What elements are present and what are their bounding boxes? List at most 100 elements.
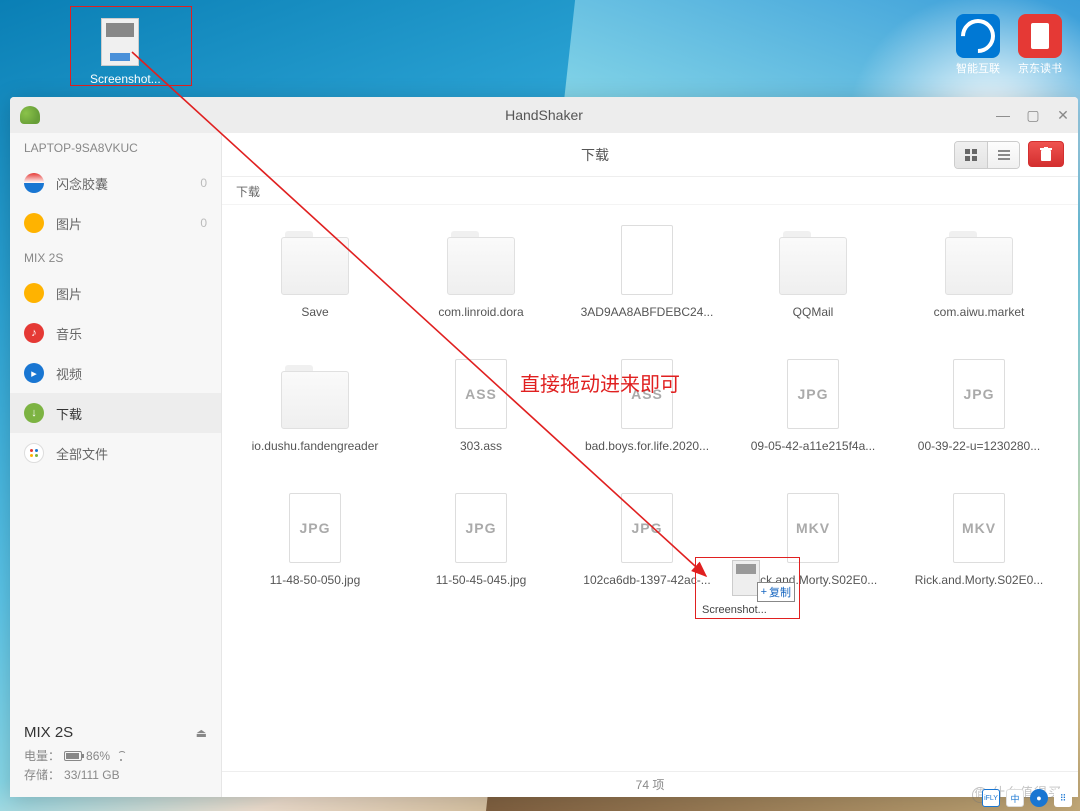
image-icon bbox=[24, 283, 44, 303]
file-item[interactable]: ASS 303.ass bbox=[408, 359, 554, 453]
file-label: Rick.and.Morty.S02E0... bbox=[915, 573, 1044, 587]
content-topbar: 下载 bbox=[222, 133, 1078, 177]
ime-toolbar: iFLY 中 ● ⠿ bbox=[982, 789, 1072, 807]
file-item[interactable]: QQMail bbox=[740, 225, 886, 319]
eject-icon[interactable]: ⏏ bbox=[196, 726, 207, 740]
file-item[interactable]: JPG 09-05-42-a11e215f4a... bbox=[740, 359, 886, 453]
sidebar-item-download[interactable]: ↓ 下载 bbox=[10, 393, 221, 433]
handshaker-window: HandShaker — ▢ ✕ LAPTOP-9SA8VKUC 闪念胶囊 0 … bbox=[10, 97, 1078, 797]
file-extension: ASS bbox=[605, 386, 689, 402]
file-icon: ASS bbox=[605, 359, 689, 429]
file-item[interactable]: ASS bad.boys.for.life.2020... bbox=[574, 359, 720, 453]
sidebar: LAPTOP-9SA8VKUC 闪念胶囊 0 图片 0 MIX 2S 图片 ♪ … bbox=[10, 133, 222, 797]
file-extension: MKV bbox=[771, 520, 855, 536]
file-extension: ASS bbox=[439, 386, 523, 402]
grid-icon bbox=[965, 149, 977, 161]
status-bar: 74 项 bbox=[222, 771, 1078, 797]
file-label: 11-48-50-050.jpg bbox=[270, 573, 361, 587]
music-icon: ♪ bbox=[24, 323, 44, 343]
file-extension: JPG bbox=[439, 520, 523, 536]
battery-icon bbox=[64, 751, 82, 761]
file-label: 09-05-42-a11e215f4a... bbox=[751, 439, 876, 453]
video-icon: ▸ bbox=[24, 363, 44, 383]
desktop-icon-label: Screenshot... bbox=[90, 72, 150, 86]
desktop-dock: 智能互联 京东读书 bbox=[956, 14, 1062, 58]
ime-ifly-icon[interactable]: iFLY bbox=[982, 789, 1000, 807]
file-icon: JPG bbox=[937, 359, 1021, 429]
file-label: Rick.and.Morty.S02E0... bbox=[749, 573, 878, 587]
view-grid-button[interactable] bbox=[955, 142, 987, 168]
ime-mic-icon[interactable]: ● bbox=[1030, 789, 1048, 807]
delete-button[interactable] bbox=[1028, 141, 1064, 167]
file-item[interactable]: JPG 11-50-45-045.jpg bbox=[408, 493, 554, 587]
file-extension: JPG bbox=[771, 386, 855, 402]
ime-lang-icon[interactable]: 中 bbox=[1006, 789, 1024, 807]
content-area: 下载 下载 Savecom.linroid.d bbox=[222, 133, 1078, 797]
breadcrumb[interactable]: 下载 bbox=[222, 177, 1078, 205]
sidebar-item-music[interactable]: ♪ 音乐 bbox=[10, 313, 221, 353]
file-icon: MKV bbox=[771, 493, 855, 563]
file-extension: JPG bbox=[937, 386, 1021, 402]
wifi-icon bbox=[114, 751, 128, 761]
file-label: 00-39-22-u=1230280... bbox=[918, 439, 1040, 453]
file-icon: ASS bbox=[439, 359, 523, 429]
titlebar[interactable]: HandShaker — ▢ ✕ bbox=[10, 97, 1078, 133]
thumbnail-icon bbox=[101, 18, 139, 66]
file-icon: MKV bbox=[937, 493, 1021, 563]
allfiles-icon bbox=[24, 443, 44, 463]
download-icon: ↓ bbox=[24, 403, 44, 423]
sidebar-header-mix2s: MIX 2S bbox=[10, 243, 221, 273]
file-icon: JPG bbox=[605, 493, 689, 563]
list-icon bbox=[998, 149, 1010, 161]
file-label: 102ca6db-1397-42ac-... bbox=[583, 573, 710, 587]
sidebar-item-capsule[interactable]: 闪念胶囊 0 bbox=[10, 163, 221, 203]
storage-line: 存储： 33/111 GB bbox=[24, 766, 207, 783]
content-title: 下载 bbox=[236, 145, 954, 165]
file-label: io.dushu.fandengreader bbox=[252, 439, 379, 453]
file-item[interactable]: Save bbox=[242, 225, 388, 319]
file-label: com.linroid.dora bbox=[438, 305, 523, 319]
file-label: com.aiwu.market bbox=[934, 305, 1025, 319]
device-name: MIX 2S ⏏ bbox=[24, 724, 207, 741]
file-item[interactable]: 3AD9AA8ABFDEBC24... bbox=[574, 225, 720, 319]
desktop-screenshot-icon[interactable]: Screenshot... bbox=[90, 18, 150, 86]
sidebar-header-laptop: LAPTOP-9SA8VKUC bbox=[10, 133, 221, 163]
file-grid[interactable]: Save com.linroid.dora 3AD9AA8ABFDEBC24... Q… bbox=[222, 205, 1078, 771]
sidebar-item-video[interactable]: ▸ 视频 bbox=[10, 353, 221, 393]
file-label: bad.boys.for.life.2020... bbox=[585, 439, 709, 453]
file-extension: JPG bbox=[273, 520, 357, 536]
file-extension: JPG bbox=[605, 520, 689, 536]
file-item[interactable]: com.aiwu.market bbox=[906, 225, 1052, 319]
file-extension: MKV bbox=[937, 520, 1021, 536]
sidebar-item-images[interactable]: 图片 0 bbox=[10, 203, 221, 243]
file-icon: JPG bbox=[439, 493, 523, 563]
image-icon bbox=[24, 213, 44, 233]
file-icon: JPG bbox=[771, 359, 855, 429]
file-label: 3AD9AA8ABFDEBC24... bbox=[581, 305, 714, 319]
file-item[interactable]: io.dushu.fandengreader bbox=[242, 359, 388, 453]
file-label: 11-50-45-045.jpg bbox=[436, 573, 527, 587]
folder-icon bbox=[937, 225, 1021, 295]
dock-icon-jdread[interactable]: 京东读书 bbox=[1018, 14, 1062, 58]
folder-icon bbox=[439, 225, 523, 295]
folder-icon bbox=[273, 225, 357, 295]
dock-icon-smartconnect[interactable]: 智能互联 bbox=[956, 14, 1000, 58]
sidebar-item-images2[interactable]: 图片 bbox=[10, 273, 221, 313]
file-item[interactable]: MKV Rick.and.Morty.S02E0... bbox=[740, 493, 886, 587]
capsule-icon bbox=[24, 173, 44, 193]
file-item[interactable]: com.linroid.dora bbox=[408, 225, 554, 319]
file-label: 303.ass bbox=[460, 439, 502, 453]
trash-icon bbox=[1040, 147, 1052, 161]
file-item[interactable]: JPG 00-39-22-u=1230280... bbox=[906, 359, 1052, 453]
folder-icon bbox=[771, 225, 855, 295]
battery-line: 电量： 86% bbox=[24, 747, 207, 764]
sidebar-item-allfiles[interactable]: 全部文件 bbox=[10, 433, 221, 473]
file-label: Save bbox=[301, 305, 328, 319]
file-label: QQMail bbox=[793, 305, 834, 319]
sidebar-footer: MIX 2S ⏏ 电量： 86% 存储： 33/111 GB bbox=[10, 714, 221, 797]
file-item[interactable]: MKV Rick.and.Morty.S02E0... bbox=[906, 493, 1052, 587]
file-item[interactable]: JPG 102ca6db-1397-42ac-... bbox=[574, 493, 720, 587]
view-list-button[interactable] bbox=[987, 142, 1019, 168]
file-item[interactable]: JPG 11-48-50-050.jpg bbox=[242, 493, 388, 587]
ime-grid-icon[interactable]: ⠿ bbox=[1054, 789, 1072, 807]
